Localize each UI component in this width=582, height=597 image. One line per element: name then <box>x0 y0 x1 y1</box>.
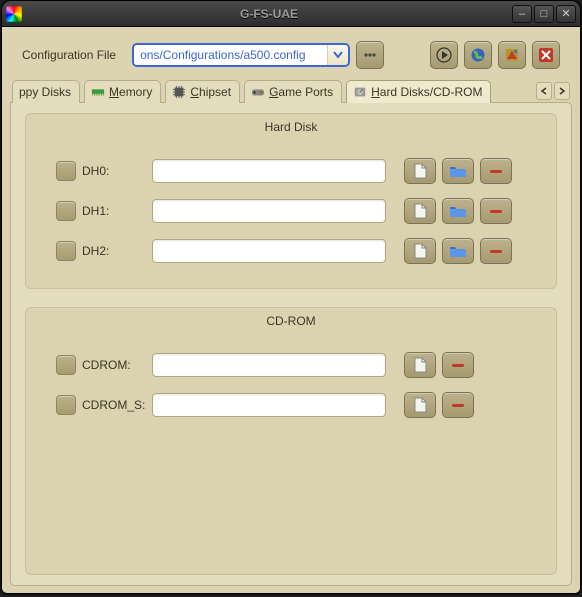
maximize-button[interactable]: □ <box>534 5 554 23</box>
folder-icon <box>449 243 467 259</box>
web-button[interactable] <box>464 41 492 69</box>
dh2-remove-button[interactable] <box>480 238 512 264</box>
dh1-browse-button[interactable] <box>442 198 474 224</box>
tab-memory[interactable]: Memory <box>84 80 161 103</box>
row-cdrom: CDROM: <box>56 352 536 378</box>
group-caption: Hard Disk <box>26 120 556 134</box>
cdrom-s-remove-button[interactable] <box>442 392 474 418</box>
window-title: G-FS-UAE <box>28 7 510 21</box>
file-icon <box>411 397 429 413</box>
globe-icon <box>470 47 486 63</box>
close-icon <box>538 47 554 63</box>
dh0-remove-button[interactable] <box>480 158 512 184</box>
label-cdrom: CDROM: <box>82 358 146 372</box>
input-dh0-path[interactable] <box>152 159 386 183</box>
input-cdrom-path[interactable] <box>152 353 386 377</box>
dh0-browse-button[interactable] <box>442 158 474 184</box>
tab-label: Memory <box>109 85 152 99</box>
label-dh2: DH2: <box>82 244 146 258</box>
memory-icon <box>91 85 105 99</box>
remove-icon <box>449 397 467 413</box>
file-icon <box>411 357 429 373</box>
dh0-new-button[interactable] <box>404 158 436 184</box>
hard-disk-icon <box>353 85 367 99</box>
input-dh1-path[interactable] <box>152 199 386 223</box>
tab-label: Hard Disks/CD-ROM <box>371 85 482 99</box>
remove-icon <box>449 357 467 373</box>
tab-scroll-left-button[interactable] <box>536 82 552 100</box>
tab-page-hard-disks: Hard Disk DH0: DH1: <box>10 102 572 586</box>
tab-floppy-disks[interactable]: ppy Disks <box>12 80 80 103</box>
config-toolbar: Configuration File <box>10 35 572 77</box>
chip-icon <box>172 85 186 99</box>
dh1-new-button[interactable] <box>404 198 436 224</box>
cdrom-new-button[interactable] <box>404 352 436 378</box>
tab-chipset[interactable]: Chipset <box>165 80 240 103</box>
dh2-new-button[interactable] <box>404 238 436 264</box>
minimize-button[interactable]: ‒ <box>512 5 532 23</box>
config-file-label: Configuration File <box>22 48 116 62</box>
group-cdrom: CD-ROM CDROM: CDROM_S: <box>25 307 557 575</box>
dh2-browse-button[interactable] <box>442 238 474 264</box>
palette-icon <box>504 47 520 63</box>
label-cdrom-s: CDROM_S: <box>82 398 146 412</box>
config-file-combo[interactable] <box>132 43 350 67</box>
group-caption: CD-ROM <box>26 314 556 328</box>
client-area: Configuration File <box>2 27 580 594</box>
tab-bar: ppy Disks Memory Chipset Game Ports Hard… <box>10 79 572 102</box>
label-dh0: DH0: <box>82 164 146 178</box>
play-icon <box>436 47 452 63</box>
theme-button[interactable] <box>498 41 526 69</box>
tab-hard-disks-cdrom[interactable]: Hard Disks/CD-ROM <box>346 80 491 103</box>
remove-icon <box>487 163 505 179</box>
checkbox-cdrom-enable[interactable] <box>56 355 76 375</box>
checkbox-dh0-enable[interactable] <box>56 161 76 181</box>
dh1-remove-button[interactable] <box>480 198 512 224</box>
tab-label: Game Ports <box>269 85 333 99</box>
checkbox-dh1-enable[interactable] <box>56 201 76 221</box>
titlebar: G-FS-UAE ‒ □ ✕ <box>2 1 580 27</box>
folder-icon <box>449 203 467 219</box>
tab-scroll-right-button[interactable] <box>554 82 570 100</box>
run-button[interactable] <box>430 41 458 69</box>
file-icon <box>411 203 429 219</box>
row-cdrom-s: CDROM_S: <box>56 392 536 418</box>
app-window: G-FS-UAE ‒ □ ✕ Configuration File <box>1 0 581 594</box>
row-dh2: DH2: <box>56 238 536 264</box>
tab-game-ports[interactable]: Game Ports <box>244 80 342 103</box>
cdrom-remove-button[interactable] <box>442 352 474 378</box>
gamepad-icon <box>251 85 265 99</box>
chevron-left-icon <box>540 87 548 95</box>
tab-label: Chipset <box>190 85 231 99</box>
cdrom-s-new-button[interactable] <box>404 392 436 418</box>
close-window-button[interactable]: ✕ <box>556 5 576 23</box>
row-dh0: DH0: <box>56 158 536 184</box>
row-dh1: DH1: <box>56 198 536 224</box>
checkbox-cdrom-s-enable[interactable] <box>56 395 76 415</box>
tab-label: ppy Disks <box>19 85 71 99</box>
file-icon <box>411 243 429 259</box>
input-dh2-path[interactable] <box>152 239 386 263</box>
folder-icon <box>449 163 467 179</box>
chevron-down-icon <box>333 50 343 60</box>
checkbox-dh2-enable[interactable] <box>56 241 76 261</box>
config-file-dropdown-button[interactable] <box>327 45 348 65</box>
app-icon <box>6 6 22 22</box>
ellipsis-icon <box>362 47 378 63</box>
label-dh1: DH1: <box>82 204 146 218</box>
remove-icon <box>487 203 505 219</box>
file-icon <box>411 163 429 179</box>
close-config-button[interactable] <box>532 41 560 69</box>
group-hard-disk: Hard Disk DH0: DH1: <box>25 113 557 289</box>
browse-config-button[interactable] <box>356 41 384 69</box>
config-file-input[interactable] <box>134 45 327 65</box>
chevron-right-icon <box>558 87 566 95</box>
remove-icon <box>487 243 505 259</box>
input-cdrom-s-path[interactable] <box>152 393 386 417</box>
